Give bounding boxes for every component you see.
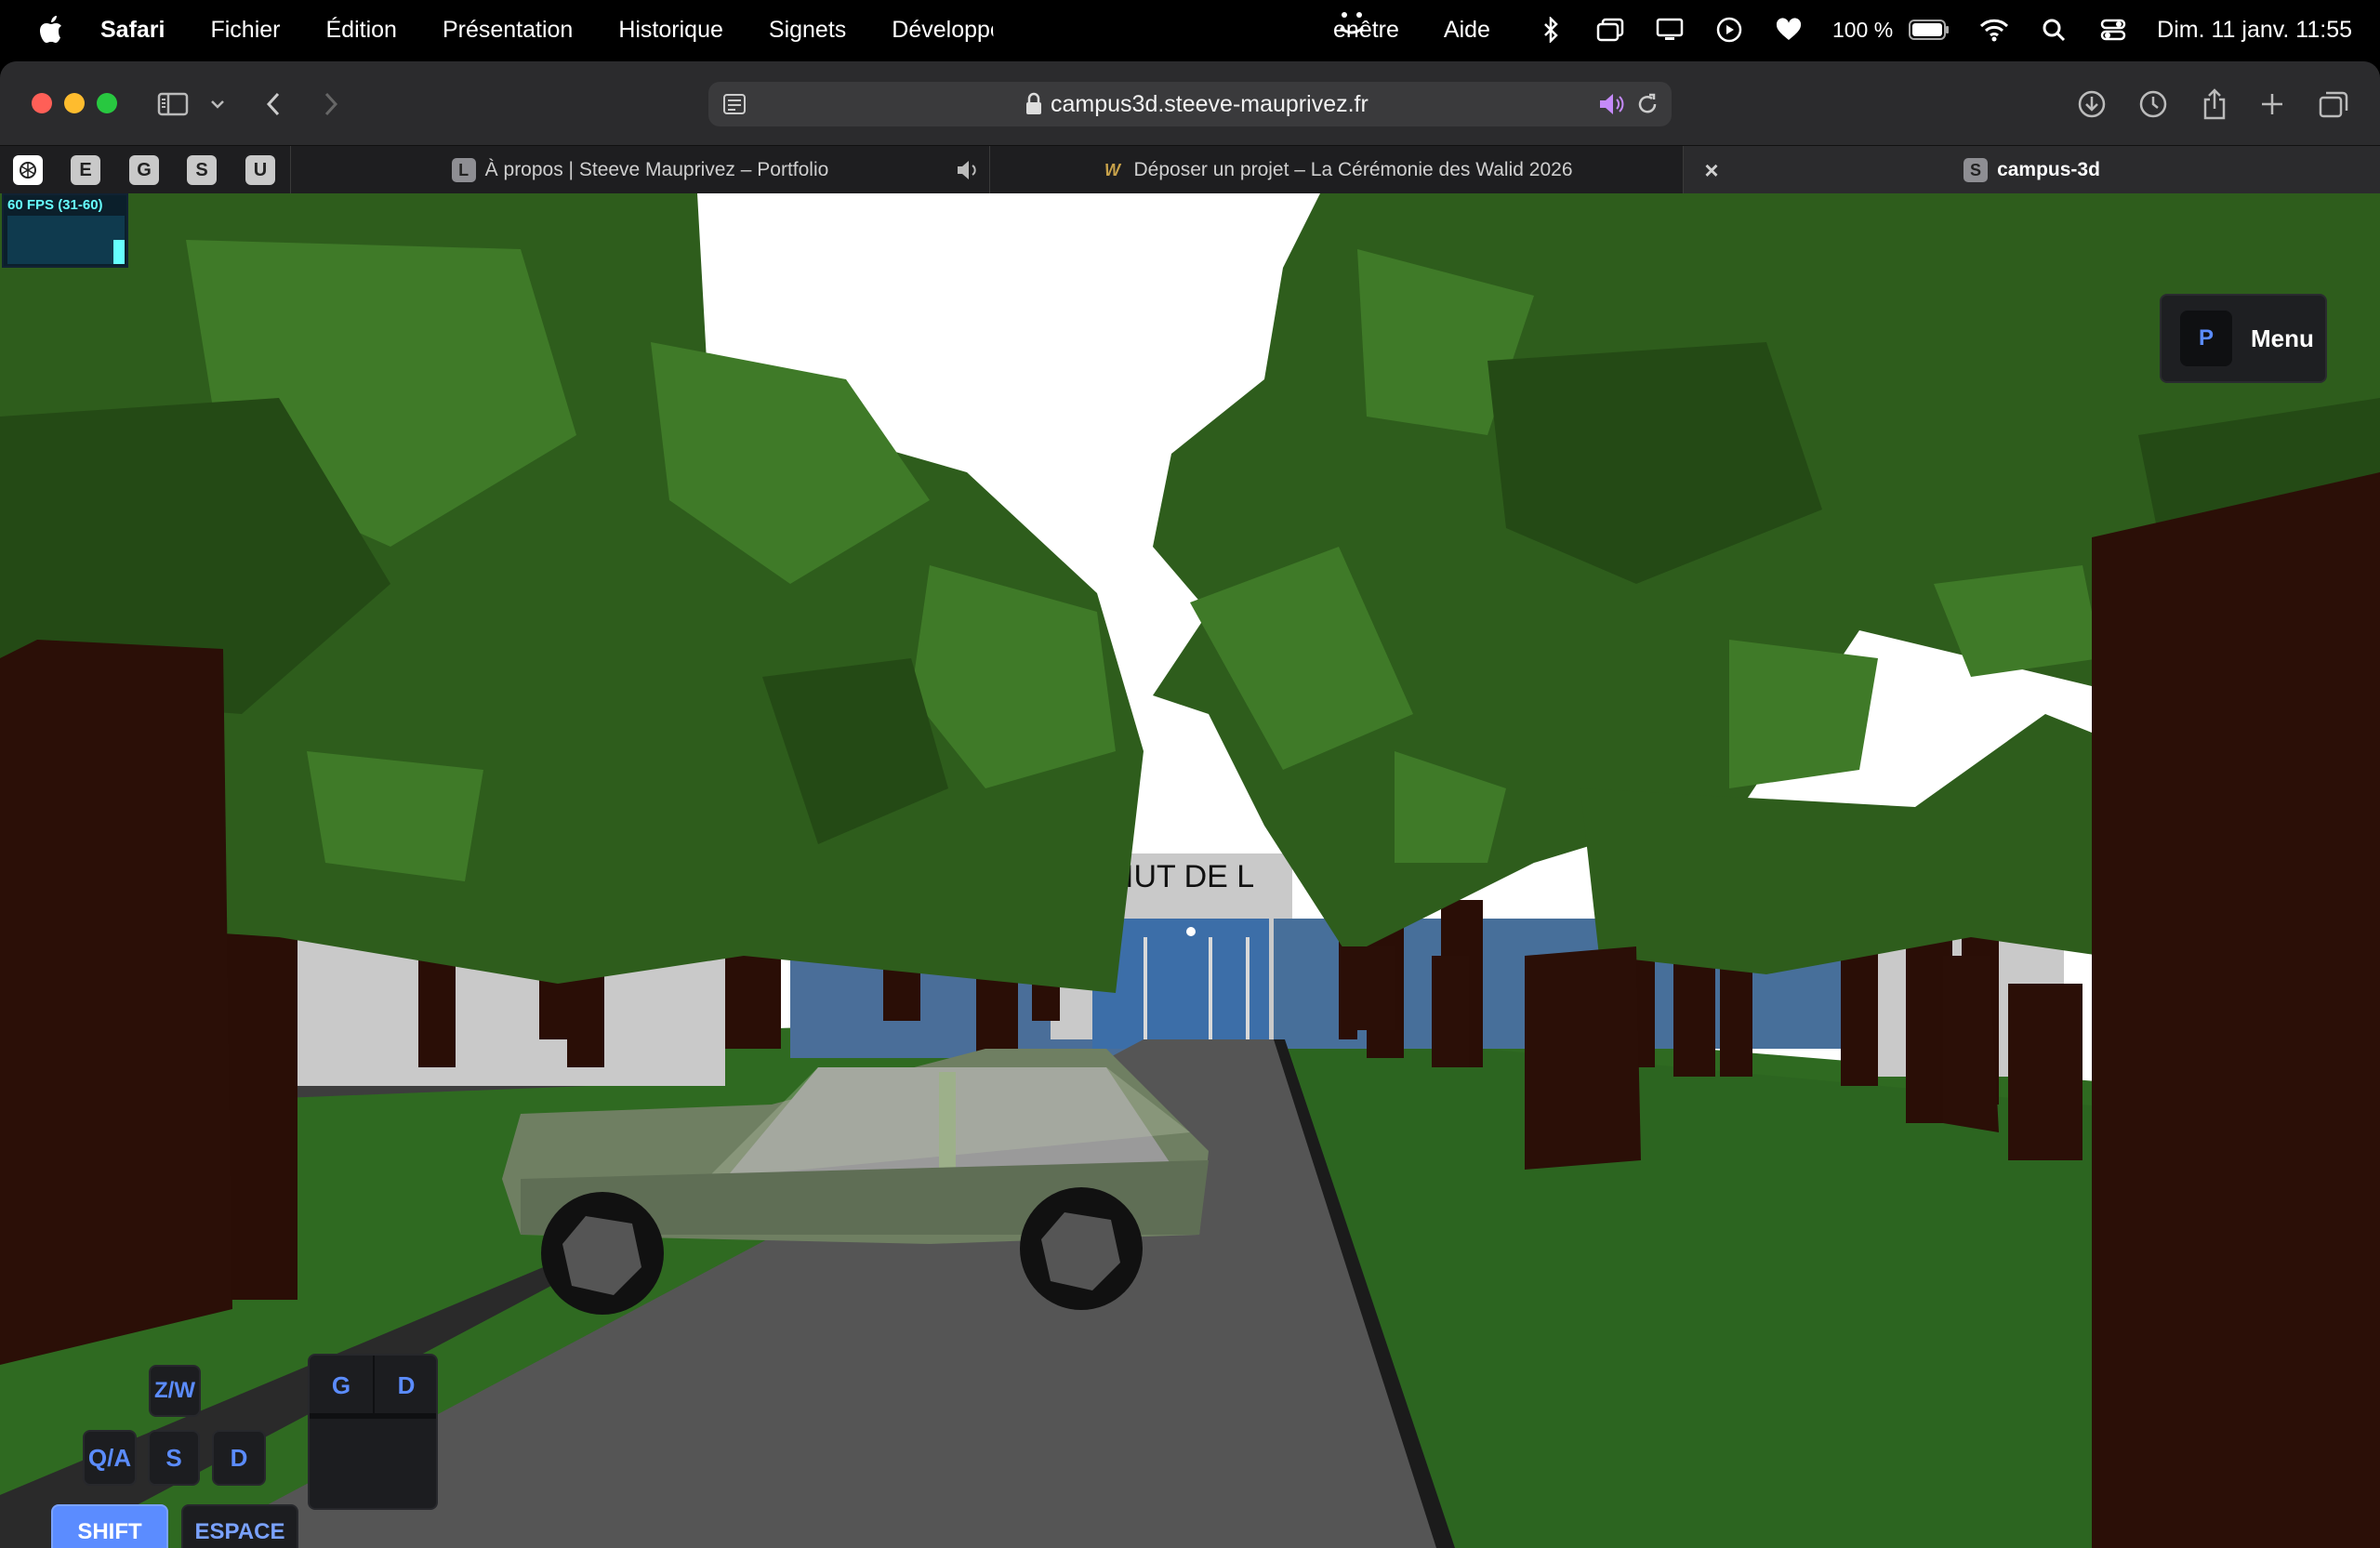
key-forward: Z/W [149, 1365, 201, 1417]
menu-label: Menu [2251, 324, 2314, 352]
chevron-left-icon [266, 92, 280, 116]
window-close-button[interactable] [32, 93, 52, 113]
macos-menu-bar: Safari Fichier Édition Présentation Hist… [0, 0, 2380, 60]
clock-icon [2139, 90, 2167, 118]
key-back: S [148, 1430, 200, 1486]
sidebar-icon [157, 92, 189, 116]
pinned-tab-u[interactable]: U [245, 155, 275, 185]
mouse-controls: G D [308, 1354, 438, 1510]
new-tab-button[interactable] [2254, 86, 2291, 123]
fps-graph [7, 216, 125, 264]
game-menu-button[interactable]: P Menu [2160, 294, 2327, 383]
menu-fenetre[interactable]: enêtre [1333, 17, 1399, 44]
key-space: ESPACE [181, 1504, 298, 1548]
sidebar-menu-chevron[interactable] [201, 86, 234, 123]
building-sign-text: IUT DE L [1125, 859, 1254, 894]
mouse-right-button: D [397, 1370, 416, 1399]
mouse-line [310, 1413, 436, 1419]
campus-3d-scene: IUT DE L [0, 193, 2380, 1548]
download-icon [2078, 90, 2106, 118]
tab-title: À propos | Steeve Mauprivez – Portfolio [484, 159, 829, 180]
tab-favicon: L [451, 158, 476, 182]
display-icon[interactable] [1654, 14, 1686, 46]
tab-audio-icon[interactable] [956, 159, 980, 181]
menu-key-hint: P [2180, 311, 2232, 366]
menu-bar-status-area: enêtre Aide 100 % Dim. 11 janv. 11:55 [1333, 0, 2380, 60]
fps-monitor: 60 FPS (31-60) [2, 193, 128, 268]
bluetooth-icon[interactable] [1535, 14, 1567, 46]
pinned-tab-g[interactable]: G [129, 155, 159, 185]
menu-signets[interactable]: Signets [769, 17, 846, 44]
menu-historique[interactable]: Historique [618, 17, 723, 44]
pinned-tab-s[interactable]: S [187, 155, 217, 185]
battery-percentage: 100 % [1831, 17, 1894, 42]
heart-icon[interactable] [1773, 14, 1805, 46]
tab-title: campus-3d [1997, 159, 2100, 180]
plus-icon [2262, 94, 2282, 114]
reload-icon[interactable] [1634, 91, 1660, 117]
key-shift: SHIFT [51, 1504, 168, 1548]
close-tab-icon[interactable]: × [1699, 157, 1725, 183]
tab-ceremonie-walid[interactable]: W Déposer un projet – La Cérémonie des W… [989, 146, 1683, 194]
game-canvas[interactable]: IUT DE L 60 FPS (31-60) P Menu Z/W Q/A S… [0, 193, 2380, 1548]
lock-icon [1026, 92, 1041, 114]
address-bar[interactable]: campus3d.steeve-mauprivez.fr [708, 82, 1672, 126]
car-wheel [541, 1192, 664, 1315]
tab-title: Déposer un projet – La Cérémonie des Wal… [1133, 159, 1573, 180]
pinned-tab-chatgpt[interactable] [13, 155, 43, 185]
tab-favicon: W [1104, 160, 1120, 179]
stage-manager-icon[interactable] [1594, 14, 1626, 46]
downloads-button[interactable] [2073, 86, 2110, 123]
share-button[interactable] [2196, 86, 2233, 123]
url-text[interactable]: campus3d.steeve-mauprivez.fr [1051, 91, 1368, 118]
menu-app-safari[interactable]: Safari [100, 17, 165, 44]
safari-toolbar: campus3d.steeve-mauprivez.fr [0, 61, 2380, 145]
back-button[interactable] [255, 86, 292, 123]
tab-overview-button[interactable] [2315, 86, 2352, 123]
spotlight-search-icon[interactable] [2038, 14, 2069, 46]
chevron-down-icon [211, 100, 224, 109]
forward-button[interactable] [312, 86, 350, 123]
menu-aide[interactable]: Aide [1444, 17, 1490, 44]
apple-logo-icon[interactable] [39, 16, 63, 44]
audio-playing-icon[interactable] [1597, 91, 1625, 117]
camera-notch [993, 0, 1383, 52]
tab-strip: E G S U L À propos | Steeve Mauprivez – … [0, 145, 2380, 194]
safari-window: campus3d.steeve-mauprivez.fr E G S U L À… [0, 61, 2380, 1548]
tab-campus-3d[interactable]: × S campus-3d [1683, 146, 2380, 194]
key-right: D [212, 1430, 266, 1486]
tab-overview-icon [2319, 91, 2348, 118]
history-button[interactable] [2135, 86, 2172, 123]
window-zoom-button[interactable] [97, 93, 117, 113]
tab-portfolio[interactable]: L À propos | Steeve Mauprivez – Portfoli… [290, 146, 989, 194]
page-menu-icon[interactable] [721, 91, 747, 117]
control-center-icon[interactable] [2097, 14, 2129, 46]
sidebar-toggle-button[interactable] [154, 86, 192, 123]
chevron-right-icon [324, 92, 338, 116]
fps-graph-bar [113, 240, 125, 264]
car-wheel [1020, 1187, 1143, 1310]
fps-label: 60 FPS (31-60) [7, 197, 103, 213]
mouse-left-button: G [331, 1370, 351, 1399]
menu-fichier[interactable]: Fichier [210, 17, 280, 44]
battery-icon[interactable] [1908, 14, 1950, 46]
openai-logo-icon [20, 162, 36, 179]
key-left: Q/A [83, 1430, 137, 1486]
tab-favicon: S [1964, 158, 1989, 182]
menu-presentation[interactable]: Présentation [443, 17, 573, 44]
wifi-icon[interactable] [1978, 14, 2010, 46]
now-playing-icon[interactable] [1713, 14, 1745, 46]
menu-bar-clock[interactable]: Dim. 11 janv. 11:55 [2157, 17, 2352, 44]
menu-edition[interactable]: Édition [326, 17, 397, 44]
share-icon [2203, 88, 2226, 120]
window-minimize-button[interactable] [64, 93, 85, 113]
pinned-tab-e[interactable]: E [71, 155, 100, 185]
